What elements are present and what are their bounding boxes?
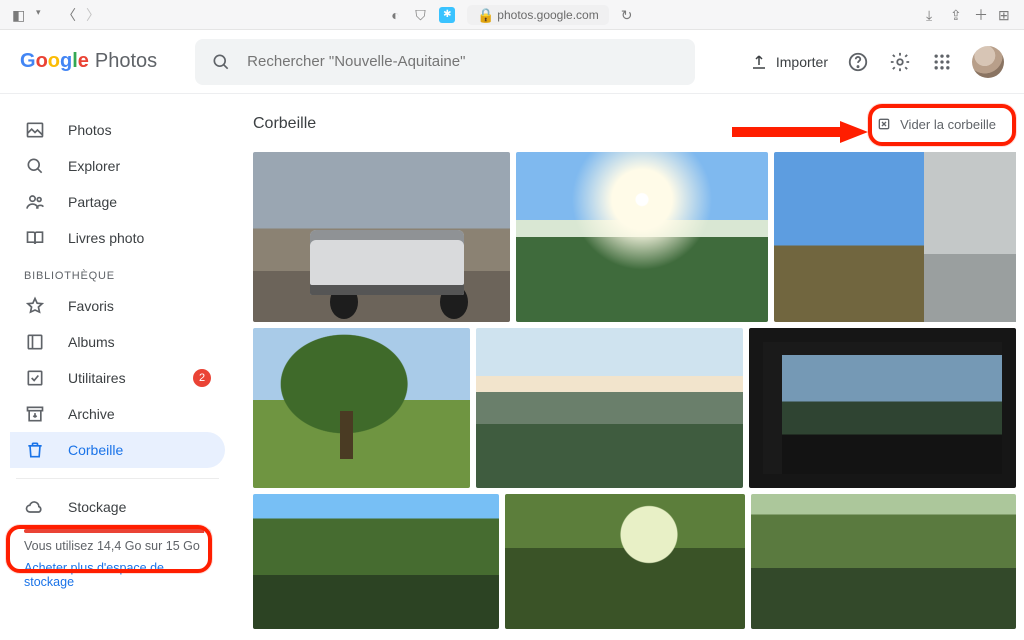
sidebar-item-photobooks[interactable]: Livres photo	[10, 220, 225, 256]
photo-thumbnail[interactable]	[505, 494, 745, 629]
sidebar: Photos Explorer Partage Livres photo BIB…	[0, 94, 235, 640]
star-icon	[24, 296, 46, 316]
search-input[interactable]	[245, 52, 679, 71]
sidebar-section-label: BIBLIOTHÈQUE	[10, 256, 225, 288]
sidebar-item-label: Partage	[68, 194, 117, 210]
reload-icon[interactable]: ↻	[621, 8, 635, 22]
app-header: Google Photos Importer	[0, 30, 1024, 94]
logo-product-word: Photos	[95, 50, 157, 73]
apps-grid-icon[interactable]	[930, 50, 954, 74]
sidebar-item-label: Archive	[68, 406, 115, 422]
sidebar-item-archive[interactable]: Archive	[10, 396, 225, 432]
sidebar-item-trash[interactable]: Corbeille	[10, 432, 225, 468]
photo-thumbnail[interactable]	[749, 328, 1016, 488]
storage-bar	[24, 529, 211, 533]
tabs-icon[interactable]: ⊞	[998, 8, 1012, 22]
notification-badge: 2	[193, 369, 211, 387]
photo-thumbnail[interactable]	[774, 152, 1016, 322]
reader-icon[interactable]: ◐	[391, 8, 405, 22]
back-icon[interactable]: 〈	[62, 8, 76, 22]
divider	[16, 478, 219, 479]
storage-block: Stockage Vous utilisez 14,4 Go sur 15 Go…	[10, 489, 225, 589]
sidebar-item-photos[interactable]: Photos	[10, 112, 225, 148]
page-title: Corbeille	[253, 115, 316, 133]
browser-chrome: ◧ ▾ 〈 〉 ◐ ⛉ ✱ 🔒 photos.google.com ↻ ⤓ ⇪ …	[0, 0, 1024, 30]
sidebar-item-label: Utilitaires	[68, 370, 126, 386]
utilities-icon	[24, 368, 46, 388]
upload-icon	[750, 53, 768, 71]
empty-trash-icon	[876, 116, 892, 132]
download-icon[interactable]: ⤓	[926, 8, 940, 22]
forward-icon[interactable]: 〉	[86, 8, 100, 22]
search-bar[interactable]	[195, 39, 695, 85]
help-icon[interactable]	[846, 50, 870, 74]
photo-thumbnail[interactable]	[476, 328, 743, 488]
image-icon	[24, 120, 46, 140]
storage-title: Stockage	[68, 499, 126, 515]
photo-grid	[253, 152, 1016, 629]
extension-badge-icon[interactable]: ✱	[439, 7, 455, 23]
book-icon	[24, 228, 46, 248]
plus-icon[interactable]: ＋	[974, 8, 988, 22]
google-photos-logo[interactable]: Google Photos	[20, 50, 157, 73]
sidebar-item-label: Photos	[68, 122, 112, 138]
search-icon	[211, 52, 231, 72]
avatar[interactable]	[972, 46, 1004, 78]
import-label: Importer	[776, 54, 828, 70]
album-icon	[24, 332, 46, 352]
photo-thumbnail[interactable]	[253, 152, 510, 322]
sidebar-item-label: Albums	[68, 334, 115, 350]
storage-bar-fill	[24, 529, 204, 533]
sidebar-item-explore[interactable]: Explorer	[10, 148, 225, 184]
url-bar[interactable]: 🔒 photos.google.com	[467, 5, 608, 25]
buy-storage-link[interactable]: Acheter plus d'espace de stockage	[24, 561, 211, 589]
url-text: photos.google.com	[497, 8, 598, 22]
trash-icon	[24, 440, 46, 460]
photo-thumbnail[interactable]	[253, 328, 470, 488]
sidebar-item-label: Corbeille	[68, 442, 123, 458]
search-icon	[24, 156, 46, 176]
sidebar-item-label: Favoris	[68, 298, 114, 314]
import-button[interactable]: Importer	[750, 53, 828, 71]
sidebar-item-albums[interactable]: Albums	[10, 324, 225, 360]
cloud-icon	[24, 497, 46, 517]
sidebar-toggle-icon[interactable]: ◧	[12, 8, 26, 22]
lock-icon: 🔒	[477, 8, 491, 22]
chevron-down-icon[interactable]: ▾	[36, 8, 50, 22]
sidebar-item-favorites[interactable]: Favoris	[10, 288, 225, 324]
sidebar-item-label: Explorer	[68, 158, 120, 174]
storage-usage-text: Vous utilisez 14,4 Go sur 15 Go	[24, 539, 211, 553]
sidebar-item-sharing[interactable]: Partage	[10, 184, 225, 220]
empty-trash-button[interactable]: Vider la corbeille	[866, 110, 1006, 138]
main-content: Corbeille Vider la corbeille	[235, 94, 1024, 640]
archive-icon	[24, 404, 46, 424]
people-icon	[24, 192, 46, 212]
photo-thumbnail[interactable]	[516, 152, 768, 322]
gear-icon[interactable]	[888, 50, 912, 74]
sidebar-item-storage[interactable]: Stockage	[24, 489, 211, 525]
sidebar-item-label: Livres photo	[68, 230, 144, 246]
photo-thumbnail[interactable]	[253, 494, 499, 629]
sidebar-item-utilities[interactable]: Utilitaires 2	[10, 360, 225, 396]
annotation-arrow	[730, 118, 870, 146]
photo-thumbnail[interactable]	[751, 494, 1016, 629]
shield-icon[interactable]: ⛉	[415, 8, 429, 22]
empty-trash-label: Vider la corbeille	[900, 117, 996, 132]
share-icon[interactable]: ⇪	[950, 8, 964, 22]
